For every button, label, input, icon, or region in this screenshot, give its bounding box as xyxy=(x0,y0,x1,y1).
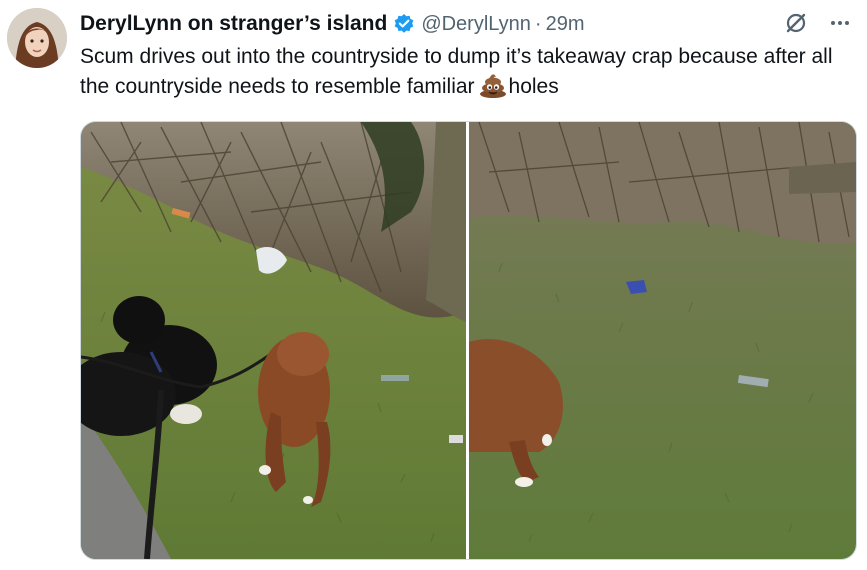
photo-dog-on-grass[interactable] xyxy=(469,122,856,559)
display-name[interactable]: DerylLynn on stranger’s island xyxy=(80,12,387,36)
tweet-text-main: Scum drives out into the countryside to … xyxy=(80,45,833,98)
media-grid xyxy=(80,121,857,560)
timestamp[interactable]: 29m xyxy=(546,13,585,36)
photo-dogs-by-hedge[interactable] xyxy=(81,122,466,559)
header-actions xyxy=(783,10,853,36)
grok-icon[interactable] xyxy=(783,10,809,36)
more-icon[interactable] xyxy=(827,10,853,36)
handle[interactable]: @DerylLynn xyxy=(421,13,531,36)
tweet-text: Scum drives out into the countryside to … xyxy=(80,42,860,102)
pile-of-poo-icon xyxy=(479,72,507,98)
tweet-text-end: holes xyxy=(508,75,559,98)
tweet-header: DerylLynn on stranger’s island @DerylLyn… xyxy=(80,10,857,38)
avatar[interactable] xyxy=(7,8,67,68)
separator-dot: · xyxy=(534,12,542,35)
verified-badge-icon xyxy=(393,13,415,35)
